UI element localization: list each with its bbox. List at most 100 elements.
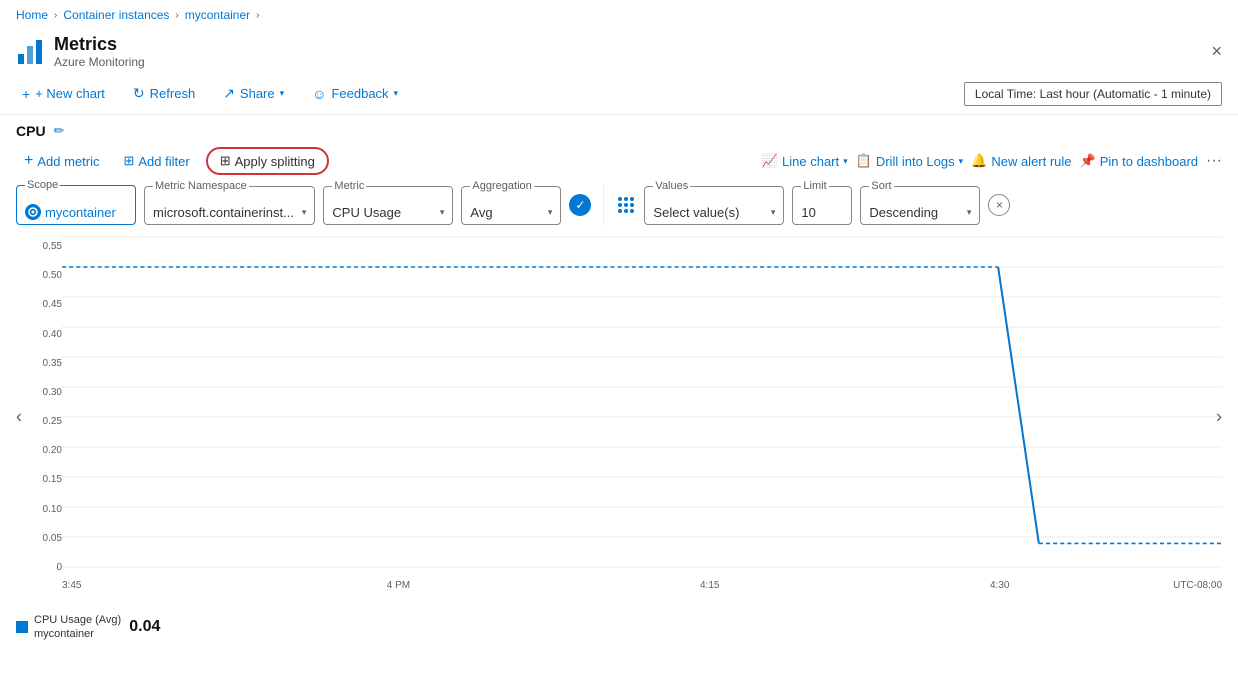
share-button[interactable]: ↗ Share ▾ [217, 81, 290, 106]
metrics-app-icon [16, 38, 44, 66]
legend-text-block: CPU Usage (Avg) mycontainer [34, 613, 121, 642]
metric-namespace-label: Metric Namespace [153, 180, 249, 192]
add-filter-label: Add filter [138, 154, 189, 169]
aggregation-selector: Aggregation Avg ▾ [461, 186, 561, 225]
legend-color-swatch [16, 621, 28, 633]
y-label-0.20: 0.20 [16, 445, 62, 456]
check-icon: ✓ [569, 194, 591, 216]
x-axis: 3:45 4 PM 4:15 4:30 UTC-08:00 [62, 573, 1222, 597]
page-title-block: Metrics Azure Monitoring [54, 34, 145, 69]
line-chart-chevron-icon: ▾ [843, 156, 848, 167]
apply-splitting-button[interactable]: ⊞ Apply splitting [206, 147, 329, 175]
metric-namespace-chevron-icon[interactable]: ▾ [302, 207, 307, 218]
chart-area: 0.55 0.50 0.45 0.40 0.35 0.30 0.25 0.20 … [16, 237, 1222, 597]
refresh-button[interactable]: ↻ Refresh [127, 81, 201, 106]
new-alert-rule-button[interactable]: 🔔 New alert rule [971, 153, 1071, 169]
pin-to-dashboard-button[interactable]: 📌 Pin to dashboard [1080, 153, 1198, 169]
splitting-grid-icon [616, 195, 636, 215]
line-chart-icon: 📈 [762, 153, 778, 169]
page-subtitle: Azure Monitoring [54, 55, 145, 69]
limit-selector: Limit 10 [792, 186, 852, 225]
scope-selector: Scope mycontainer [16, 185, 136, 225]
chart-nav-right-button[interactable]: › [1208, 399, 1230, 436]
page-header-left: Metrics Azure Monitoring [16, 34, 145, 69]
add-metric-label: Add metric [37, 154, 99, 169]
limit-value[interactable]: 10 [801, 205, 815, 220]
close-button[interactable]: × [1211, 41, 1222, 62]
share-chevron-icon: ▾ [280, 88, 285, 99]
y-label-0.30: 0.30 [16, 387, 62, 398]
y-label-0.45: 0.45 [16, 299, 62, 310]
scope-value[interactable]: mycontainer [45, 205, 116, 220]
limit-label: Limit [801, 180, 828, 192]
x-label-345: 3:45 [62, 580, 81, 591]
breadcrumb-home[interactable]: Home [16, 8, 48, 22]
line-chart-label: Line chart [782, 154, 839, 169]
x-label-430: 4:30 [990, 580, 1009, 591]
y-label-0.35: 0.35 [16, 358, 62, 369]
chart-nav-left-button[interactable]: ‹ [8, 399, 30, 436]
values-chevron-icon[interactable]: ▾ [771, 207, 776, 218]
add-filter-button[interactable]: ⊞ Add filter [115, 149, 197, 173]
utc-label: UTC-08:00 [1173, 580, 1222, 591]
add-metric-button[interactable]: + Add metric [16, 148, 107, 174]
chart-title: CPU [16, 123, 46, 139]
selector-row: Scope mycontainer Metric Namespace micro… [16, 185, 1222, 225]
sort-selector: Sort Descending ▾ [860, 186, 980, 225]
feedback-icon: ☺ [312, 86, 326, 102]
feedback-label: Feedback [331, 86, 388, 101]
aggregation-label: Aggregation [470, 180, 533, 192]
bc-sep-3: › [256, 10, 259, 21]
drill-logs-label: Drill into Logs [876, 154, 955, 169]
sort-close-button[interactable]: × [988, 194, 1010, 216]
values-selector: Values Select value(s) ▾ [644, 186, 784, 225]
x-label-4pm: 4 PM [387, 580, 410, 591]
sort-label: Sort [869, 180, 893, 192]
new-alert-label: New alert rule [991, 154, 1071, 169]
splitting-icon: ⊞ [220, 153, 231, 169]
refresh-label: Refresh [150, 86, 196, 101]
chart-title-row: CPU ✏ [16, 123, 1222, 139]
time-range-button[interactable]: Local Time: Last hour (Automatic - 1 min… [964, 82, 1222, 106]
aggregation-chevron-icon[interactable]: ▾ [548, 207, 553, 218]
breadcrumb-container-instances[interactable]: Container instances [63, 8, 169, 22]
aggregation-value[interactable]: Avg [470, 205, 492, 220]
metric-namespace-value[interactable]: microsoft.containerinst... [153, 205, 294, 220]
sort-chevron-icon[interactable]: ▾ [967, 207, 972, 218]
values-value[interactable]: Select value(s) [653, 205, 739, 220]
feedback-button[interactable]: ☺ Feedback ▾ [306, 82, 404, 106]
plus-icon: + [22, 86, 30, 102]
y-label-0.40: 0.40 [16, 329, 62, 340]
page-header: Metrics Azure Monitoring × [0, 30, 1238, 77]
breadcrumb: Home › Container instances › mycontainer… [0, 0, 1238, 30]
metric-chevron-icon[interactable]: ▾ [440, 207, 445, 218]
toolbar: + + New chart ↻ Refresh ↗ Share ▾ ☺ Feed… [0, 77, 1238, 115]
scope-dot-icon [25, 204, 41, 220]
plus-metric-icon: + [24, 152, 33, 170]
new-chart-button[interactable]: + + New chart [16, 82, 111, 106]
apply-splitting-label: Apply splitting [235, 154, 315, 169]
legend-title: CPU Usage (Avg) [34, 613, 121, 627]
sort-value[interactable]: Descending [869, 205, 938, 220]
edit-chart-icon[interactable]: ✏ [54, 123, 65, 139]
alert-icon: 🔔 [971, 153, 987, 169]
y-label-0.15: 0.15 [16, 474, 62, 485]
y-label-0.50: 0.50 [16, 270, 62, 281]
drill-logs-chevron-icon: ▾ [959, 156, 964, 167]
more-options-button[interactable]: ··· [1206, 152, 1222, 170]
line-chart-button[interactable]: 📈 Line chart ▾ [762, 153, 848, 169]
feedback-chevron-icon: ▾ [394, 88, 399, 99]
breadcrumb-mycontainer[interactable]: mycontainer [185, 8, 250, 22]
page-title: Metrics [54, 34, 145, 55]
chart-area-container: ‹ › 0.55 0.50 0.45 0.40 0.35 0.30 0.25 0… [16, 237, 1222, 597]
chart-svg-container: 3:45 4 PM 4:15 4:30 UTC-08:00 [62, 237, 1222, 597]
metrics-action-bar: + Add metric ⊞ Add filter ⊞ Apply splitt… [16, 147, 1222, 175]
y-label-0.10: 0.10 [16, 504, 62, 515]
bc-sep-2: › [175, 10, 178, 21]
share-label: Share [240, 86, 275, 101]
legend-value: 0.04 [129, 618, 160, 636]
drill-into-logs-button[interactable]: 📋 Drill into Logs ▾ [856, 153, 963, 169]
share-icon: ↗ [223, 85, 235, 102]
metric-selector: Metric CPU Usage ▾ [323, 186, 453, 225]
metric-value[interactable]: CPU Usage [332, 205, 401, 220]
